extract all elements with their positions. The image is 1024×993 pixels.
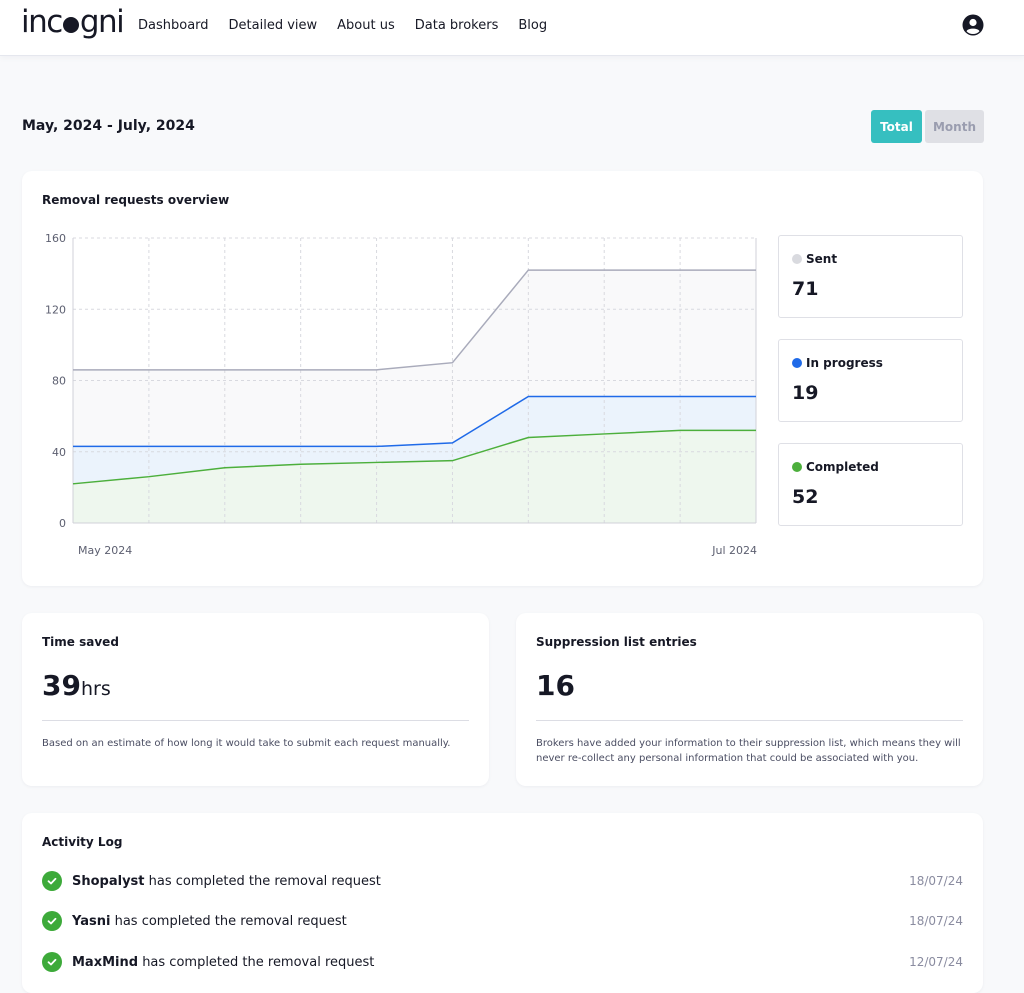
time-saved-title: Time saved — [42, 635, 119, 649]
stat-sent-value: 71 — [792, 278, 819, 300]
nav-data-brokers[interactable]: Data brokers — [415, 18, 499, 33]
y-tick-label: 80 — [52, 375, 66, 388]
top-navigation-bar: inc gni Dashboard Detailed view About us … — [0, 0, 1024, 56]
activity-message: has completed the removal request — [138, 954, 375, 970]
x-tick-label: Jul 2024 — [711, 544, 757, 557]
broker-name: Shopalyst — [72, 873, 145, 889]
nav-dashboard[interactable]: Dashboard — [138, 18, 209, 33]
suppression-value: 16 — [536, 669, 575, 702]
activity-log-card: Activity Log Shopalyst has completed the… — [22, 813, 983, 993]
month-button[interactable]: Month — [925, 110, 984, 143]
stat-sent: Sent 71 — [778, 235, 963, 318]
check-circle-icon — [42, 952, 62, 972]
time-saved-description: Based on an estimate of how long it woul… — [42, 738, 451, 749]
stat-in-progress-value: 19 — [792, 382, 819, 404]
suppression-list-card: Suppression list entries 16 Brokers have… — [516, 613, 983, 786]
stat-completed: Completed 52 — [778, 443, 963, 526]
in-progress-legend-dot — [792, 358, 802, 368]
time-saved-card: Time saved 39hrs Based on an estimate of… — [22, 613, 489, 786]
y-tick-label: 40 — [52, 446, 66, 459]
removal-requests-overview-card: Removal requests overview 0 40 80 120 160 May… — [22, 171, 983, 586]
y-tick-label: 120 — [45, 303, 66, 316]
activity-text: MaxMind has completed the removal reques… — [72, 955, 374, 970]
activity-item: MaxMind has completed the removal reques… — [42, 951, 963, 973]
nav-detailed-view[interactable]: Detailed view — [229, 18, 318, 33]
incogni-logo[interactable]: inc gni — [21, 4, 125, 40]
stat-completed-value: 52 — [792, 486, 819, 508]
stat-in-progress-label: In progress — [806, 356, 883, 370]
check-circle-icon — [42, 871, 62, 891]
time-saved-value: 39hrs — [42, 669, 111, 702]
y-tick-label: 0 — [59, 517, 66, 530]
main-nav: Dashboard Detailed view About us Data br… — [138, 18, 567, 33]
activity-text: Shopalyst has completed the removal requ… — [72, 874, 381, 889]
y-tick-label: 160 — [45, 232, 66, 245]
divider — [536, 720, 963, 721]
stat-completed-label: Completed — [806, 460, 879, 474]
activity-message: has completed the removal request — [144, 873, 381, 889]
divider — [42, 720, 469, 721]
activity-text: Yasni has completed the removal request — [72, 914, 347, 929]
suppression-title: Suppression list entries — [536, 635, 697, 649]
activity-date: 18/07/24 — [909, 914, 963, 928]
check-circle-icon — [42, 911, 62, 931]
date-range-label: May, 2024 - July, 2024 — [22, 118, 195, 134]
broker-name: MaxMind — [72, 954, 139, 970]
total-button[interactable]: Total — [871, 110, 922, 143]
activity-message: has completed the removal request — [110, 913, 347, 929]
nav-about-us[interactable]: About us — [337, 18, 395, 33]
stat-in-progress: In progress 19 — [778, 339, 963, 422]
activity-item: Yasni has completed the removal request … — [42, 910, 963, 932]
time-saved-unit: hrs — [80, 678, 111, 700]
time-saved-number: 39 — [42, 669, 81, 702]
suppression-description: Brokers have added your information to t… — [536, 738, 961, 764]
activity-item: Shopalyst has completed the removal requ… — [42, 870, 963, 892]
activity-date: 12/07/24 — [909, 955, 963, 969]
activity-log-title: Activity Log — [42, 835, 123, 849]
nav-blog[interactable]: Blog — [518, 18, 547, 33]
activity-date: 18/07/24 — [909, 874, 963, 888]
completed-legend-dot — [792, 462, 802, 472]
stat-sent-label: Sent — [806, 252, 838, 266]
sent-legend-dot — [792, 254, 802, 264]
user-circle-icon[interactable] — [962, 14, 984, 36]
x-tick-label: May 2024 — [78, 544, 132, 557]
removal-requests-chart: 0 40 80 120 160 May 2024 Jul 2024 — [45, 232, 757, 557]
broker-name: Yasni — [72, 913, 111, 929]
period-toggle: Total Month — [871, 110, 984, 143]
